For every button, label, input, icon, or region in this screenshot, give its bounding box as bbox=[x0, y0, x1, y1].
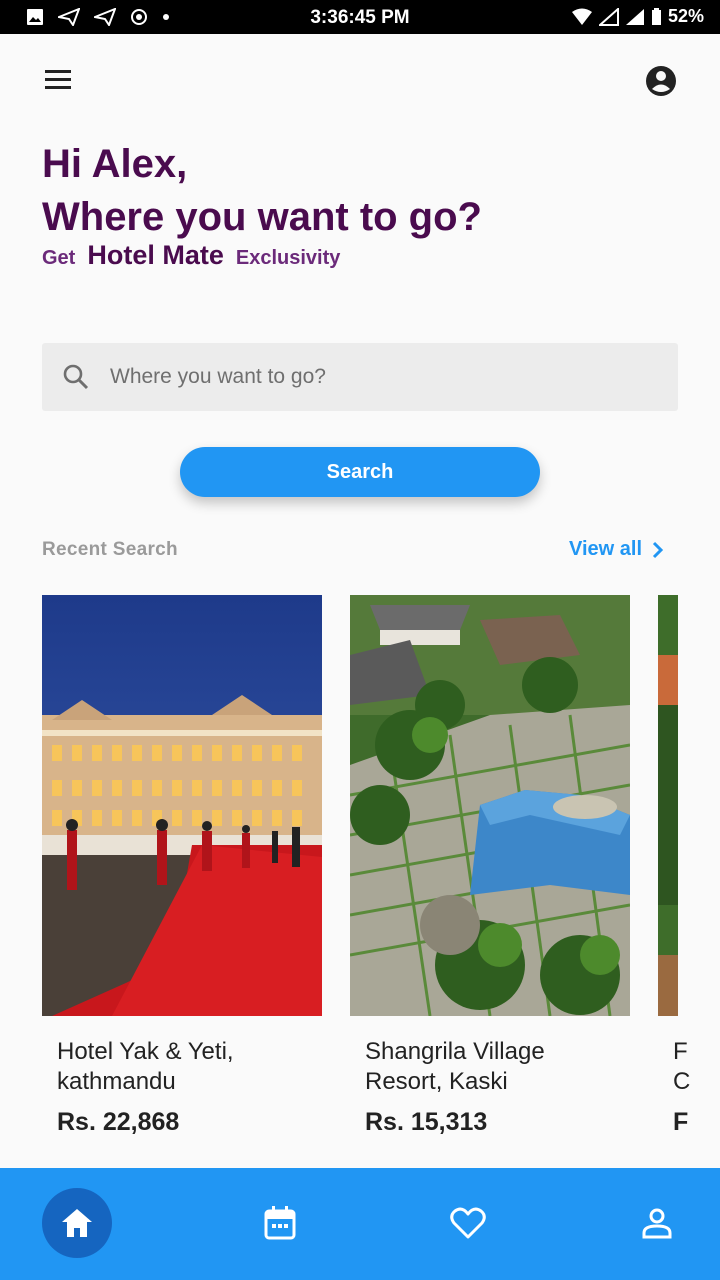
hotel-name: Shangrila Village Resort, Kaski bbox=[365, 1038, 545, 1095]
hotel-price: Rs. 22,868 bbox=[57, 1108, 180, 1136]
battery-icon bbox=[651, 7, 661, 25]
search-input[interactable] bbox=[110, 343, 670, 411]
hotel-photo bbox=[350, 595, 630, 1016]
search-button[interactable]: Search bbox=[180, 447, 540, 497]
hotel-name: F C bbox=[673, 1038, 691, 1095]
home-icon bbox=[62, 1209, 92, 1237]
hotel-price: F bbox=[673, 1108, 689, 1136]
tagline-suffix: Exclusivity bbox=[235, 247, 341, 269]
greeting-heading: Hi Alex, Where you want to go? bbox=[42, 138, 482, 244]
hotel-name: Hotel Yak & Yeti, kathmandu bbox=[57, 1038, 234, 1095]
signal-icon bbox=[625, 8, 644, 25]
hotel-photo bbox=[42, 595, 322, 1016]
hotel-price: Rs. 15,313 bbox=[365, 1108, 488, 1136]
account-circle-icon bbox=[646, 66, 676, 96]
search-icon bbox=[63, 364, 89, 390]
menu-icon bbox=[45, 70, 71, 89]
chevron-right-icon bbox=[652, 541, 664, 558]
hotel-card[interactable]: Hotel Yak & Yeti, kathmandu Rs. 22,868 bbox=[42, 595, 322, 1155]
tagline: Get Hotel Mate Exclusivity bbox=[42, 240, 340, 271]
nav-bookings[interactable] bbox=[245, 1188, 315, 1258]
status-indicators: 52% bbox=[571, 6, 704, 27]
bottom-navigation bbox=[0, 1168, 720, 1280]
account-button[interactable] bbox=[644, 64, 678, 98]
recent-search-list: Hotel Yak & Yeti, kathmandu Rs. 22,868 S… bbox=[0, 595, 720, 1155]
status-bar: 3:36:45 PM 52% bbox=[0, 0, 720, 34]
view-all-label: View all bbox=[569, 538, 643, 560]
nav-profile[interactable] bbox=[622, 1188, 692, 1258]
nav-favorites[interactable] bbox=[433, 1188, 503, 1258]
battery-level: 52% bbox=[667, 6, 704, 26]
calendar-icon bbox=[264, 1206, 296, 1240]
hotel-photo bbox=[658, 595, 678, 1016]
menu-button[interactable] bbox=[38, 62, 80, 98]
person-icon bbox=[642, 1208, 672, 1239]
view-all-link[interactable]: View all bbox=[569, 538, 664, 561]
recent-search-title: Recent Search bbox=[42, 539, 178, 560]
tagline-prefix: Get bbox=[42, 247, 76, 269]
nav-home[interactable] bbox=[42, 1188, 112, 1258]
search-field[interactable] bbox=[42, 343, 678, 411]
greeting-name: Hi Alex, bbox=[42, 142, 188, 186]
hotel-card[interactable]: Shangrila Village Resort, Kaski Rs. 15,3… bbox=[350, 595, 630, 1155]
brand-name: Hotel Mate bbox=[87, 240, 224, 270]
greeting-question: Where you want to go? bbox=[42, 195, 482, 239]
heart-icon bbox=[450, 1207, 486, 1239]
hotel-card[interactable]: F C F bbox=[658, 595, 720, 1155]
signal-icon bbox=[598, 7, 619, 26]
top-app-bar bbox=[0, 34, 720, 124]
wifi-icon bbox=[571, 8, 592, 25]
